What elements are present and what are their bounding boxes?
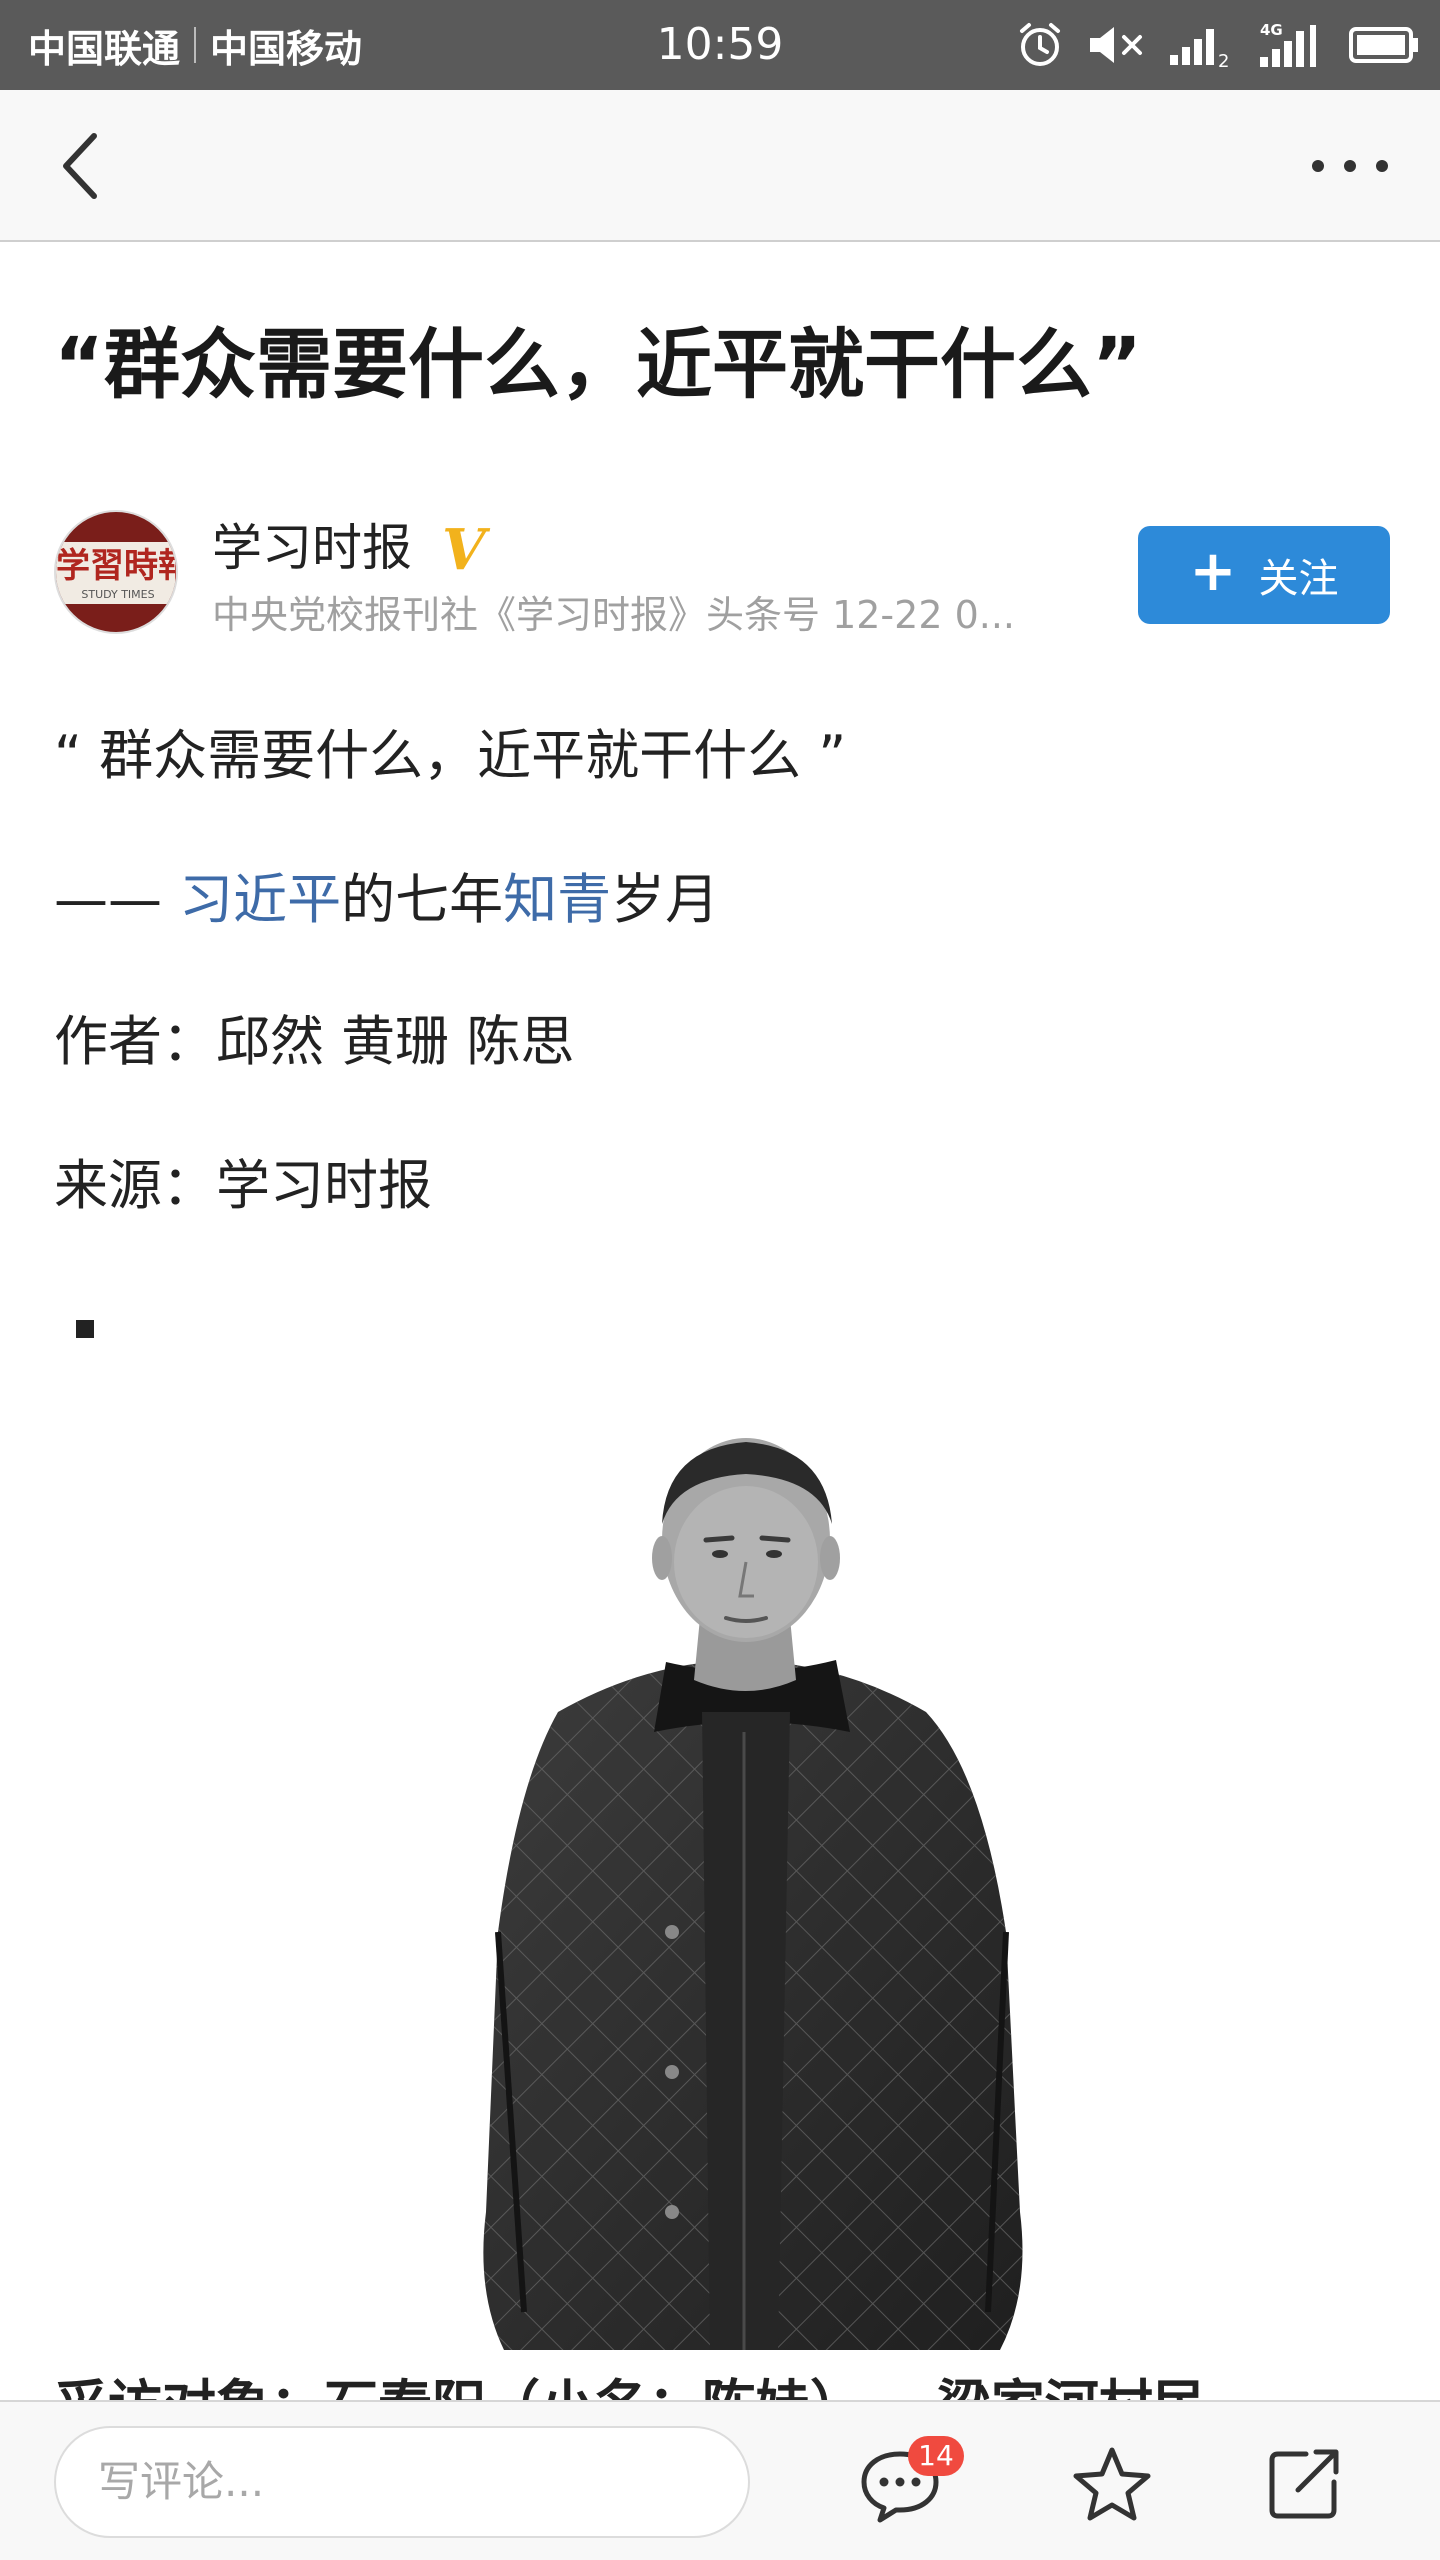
person-photo-image xyxy=(440,1412,1092,2350)
status-bar: 中国联通 中国移动 10:59 2 4G xyxy=(0,0,1440,90)
signal-4g-icon: 4G xyxy=(1260,21,1316,67)
star-icon[interactable] xyxy=(1070,2442,1154,2526)
mute-icon xyxy=(1090,27,1142,63)
signal-icon: 2 xyxy=(1170,29,1229,69)
follow-button[interactable]: + 关注 xyxy=(1138,526,1390,624)
link-xi-jinping[interactable]: 习近平 xyxy=(179,868,341,931)
battery-icon xyxy=(1349,27,1418,63)
status-icons: 2 4G xyxy=(1016,0,1420,90)
svg-text:2: 2 xyxy=(1218,51,1229,69)
chevron-left-icon[interactable] xyxy=(50,130,120,202)
author-name[interactable]: 学习时报 xyxy=(212,516,412,580)
avatar[interactable]: 学習時報 STUDY TIMES xyxy=(54,510,178,634)
more-horizontal-icon[interactable] xyxy=(1300,146,1400,186)
top-nav-bar xyxy=(0,90,1440,242)
subtitle-suffix: 岁月 xyxy=(611,868,720,931)
share-icon[interactable] xyxy=(1262,2442,1346,2526)
link-zhiqing[interactable]: 知青 xyxy=(503,868,611,931)
subtitle-prefix: —— xyxy=(54,868,180,931)
avatar-logo-subtext: STUDY TIMES xyxy=(81,588,155,601)
follow-button-label: 关注 xyxy=(1258,556,1339,602)
alarm-icon xyxy=(1020,23,1060,66)
bullet-marker xyxy=(76,1320,94,1338)
author-meta: 中央党校报刊社《学习时报》头条号 12-22 0... xyxy=(212,593,1015,637)
authors-line: 作者：邱然 黄珊 陈思 xyxy=(54,1010,575,1073)
avatar-logo-text: 学習時報 xyxy=(56,546,176,586)
quote-line: “ 群众需要什么，近平就干什么 ” xyxy=(54,724,847,787)
article-photo[interactable] xyxy=(440,1412,1092,2350)
comment-input[interactable]: 写评论... xyxy=(54,2426,750,2538)
subtitle-line: —— 习近平的七年知青岁月 xyxy=(54,864,719,936)
source-line: 来源：学习时报 xyxy=(54,1154,432,1217)
comment-count-badge: 14 xyxy=(908,2436,964,2476)
plus-icon: + xyxy=(1189,539,1237,604)
verified-badge-icon: V xyxy=(442,517,486,583)
svg-text:4G: 4G xyxy=(1260,21,1283,39)
article-title: “群众需要什么，近平就干什么” xyxy=(54,320,1142,409)
subtitle-mid: 的七年 xyxy=(341,868,504,931)
bottom-action-bar: 写评论... 14 xyxy=(0,2400,1440,2560)
